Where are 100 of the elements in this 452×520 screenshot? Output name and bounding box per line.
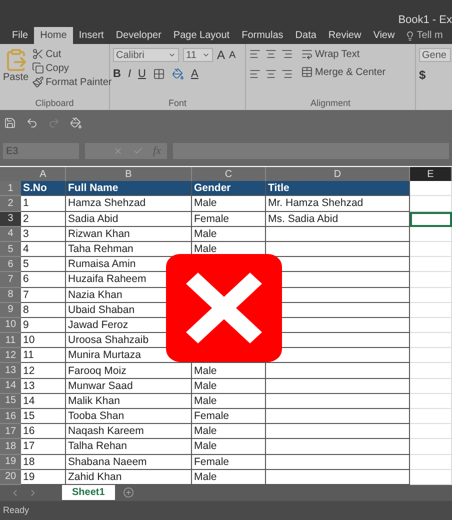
table-cell: Male — [192, 439, 266, 455]
table-cell: Male — [192, 470, 266, 485]
align-center-icon[interactable] — [265, 48, 277, 60]
grow-font-button[interactable]: A — [217, 48, 226, 62]
align-right-icon[interactable] — [281, 68, 293, 80]
group-label: Clipboard — [34, 98, 75, 110]
cut-button[interactable]: Cut — [32, 48, 112, 60]
table-cell: Sadia Abid — [66, 212, 192, 227]
ribbon-tab[interactable]: File — [6, 27, 34, 44]
column-header[interactable]: E — [410, 167, 452, 182]
table-cell: 3 — [21, 226, 66, 242]
window-title: Book1 - Ex — [398, 14, 452, 26]
ribbon-tab[interactable]: Developer — [110, 27, 168, 44]
ribbon-tab[interactable]: Home — [34, 27, 73, 44]
scissors-icon — [32, 48, 44, 60]
save-icon[interactable] — [4, 117, 16, 129]
group-label: Font — [167, 98, 188, 110]
row-header[interactable]: 13 — [0, 363, 21, 379]
wrap-text-button[interactable]: Wrap Text — [301, 48, 386, 60]
table-cell: Taha Rehman — [66, 242, 192, 258]
table-cell: Naqash Kareem — [66, 424, 192, 440]
row-header[interactable]: 9 — [0, 302, 21, 318]
row-header[interactable]: 2 — [0, 196, 21, 212]
sheet-tab[interactable]: Sheet1 — [62, 485, 115, 500]
table-cell: 11 — [21, 348, 66, 364]
undo-icon[interactable] — [26, 117, 38, 129]
table-cell: 12 — [21, 363, 66, 379]
row-header[interactable]: 20 — [0, 470, 21, 485]
row-header[interactable]: 1 — [0, 181, 21, 196]
column-header[interactable]: A — [21, 167, 66, 182]
table-cell: Full Name — [66, 181, 192, 196]
font-color-button[interactable]: A — [190, 68, 198, 80]
table-cell: Munwar Saad — [66, 378, 192, 394]
table-cell: 13 — [21, 378, 66, 394]
row-header[interactable]: 5 — [0, 242, 21, 258]
font-size-dropdown[interactable]: 11 — [183, 48, 213, 62]
caret-icon — [202, 51, 210, 59]
shrink-font-button[interactable]: A — [229, 50, 236, 60]
ribbon-tab[interactable]: Data — [289, 27, 322, 44]
row-header[interactable]: 12 — [0, 348, 21, 364]
align-left-icon[interactable] — [249, 48, 261, 60]
row-header[interactable]: 18 — [0, 439, 21, 455]
row-header[interactable]: 15 — [0, 394, 21, 409]
fill-color-icon[interactable] — [172, 68, 184, 80]
row-header[interactable]: 6 — [0, 257, 21, 272]
column-header[interactable]: D — [266, 167, 410, 182]
paste-button[interactable]: Paste — [3, 48, 29, 98]
status-text: Ready — [3, 505, 30, 516]
table-cell: Female — [192, 212, 266, 227]
row-header[interactable]: 19 — [0, 454, 21, 470]
table-cell: Male — [192, 226, 266, 242]
table-cell: 15 — [21, 409, 66, 424]
table-cell: Male — [192, 378, 266, 394]
ribbon-tab[interactable]: Insert — [72, 27, 110, 44]
table-cell: 6 — [21, 272, 66, 288]
number-format-dropdown[interactable]: Gene — [419, 48, 451, 62]
table-cell: 9 — [21, 318, 66, 334]
table-cell: Malik Khan — [66, 394, 192, 409]
ribbon-tab[interactable]: Formulas — [236, 27, 290, 44]
table-cell: 14 — [21, 394, 66, 409]
ribbon-tab[interactable]: Review — [322, 27, 368, 44]
format-painter-button[interactable]: Format Painter — [32, 76, 112, 88]
row-header[interactable]: 3 — [0, 212, 21, 227]
ribbon-tab[interactable]: View — [367, 27, 401, 44]
table-cell: 8 — [21, 302, 66, 318]
column-header[interactable]: C — [192, 167, 266, 182]
copy-button[interactable]: Copy — [32, 62, 112, 74]
row-header[interactable]: 16 — [0, 409, 21, 424]
align-right-icon[interactable] — [281, 48, 293, 60]
row-header[interactable]: 4 — [0, 226, 21, 242]
underline-button[interactable]: U — [138, 68, 146, 80]
italic-button[interactable]: I — [128, 68, 132, 80]
table-cell: 16 — [21, 424, 66, 440]
table-cell: Farooq Moiz — [66, 363, 192, 379]
row-header[interactable]: 8 — [0, 288, 21, 303]
ribbon-tab[interactable]: Page Layout — [167, 27, 236, 44]
tell-me-field[interactable]: Tell m — [400, 27, 443, 44]
close-icon — [166, 254, 282, 362]
row-header[interactable]: 14 — [0, 378, 21, 394]
align-center-icon[interactable] — [265, 68, 277, 80]
paintbrush-icon — [32, 76, 44, 88]
align-left-icon[interactable] — [249, 68, 261, 80]
row-header[interactable]: 17 — [0, 424, 21, 440]
row-header[interactable]: 11 — [0, 333, 21, 348]
table-cell: 19 — [21, 470, 66, 485]
table-cell: Hamza Shehzad — [66, 196, 192, 212]
borders-icon[interactable] — [152, 68, 165, 80]
lightbulb-icon — [404, 30, 415, 40]
table-cell: Male — [192, 394, 266, 409]
selected-cell — [410, 212, 452, 227]
row-header[interactable]: 7 — [0, 272, 21, 288]
currency-button[interactable]: $ — [419, 68, 449, 82]
font-name-dropdown[interactable]: Calibri — [113, 48, 179, 62]
merge-center-button[interactable]: Merge & Center — [301, 66, 386, 78]
column-header[interactable]: B — [66, 167, 192, 182]
table-cell: 1 — [21, 196, 66, 212]
table-cell: Ms. Sadia Abid — [266, 212, 410, 227]
add-sheet-icon[interactable] — [122, 487, 134, 498]
row-header[interactable]: 10 — [0, 318, 21, 334]
bold-button[interactable]: B — [113, 68, 121, 80]
